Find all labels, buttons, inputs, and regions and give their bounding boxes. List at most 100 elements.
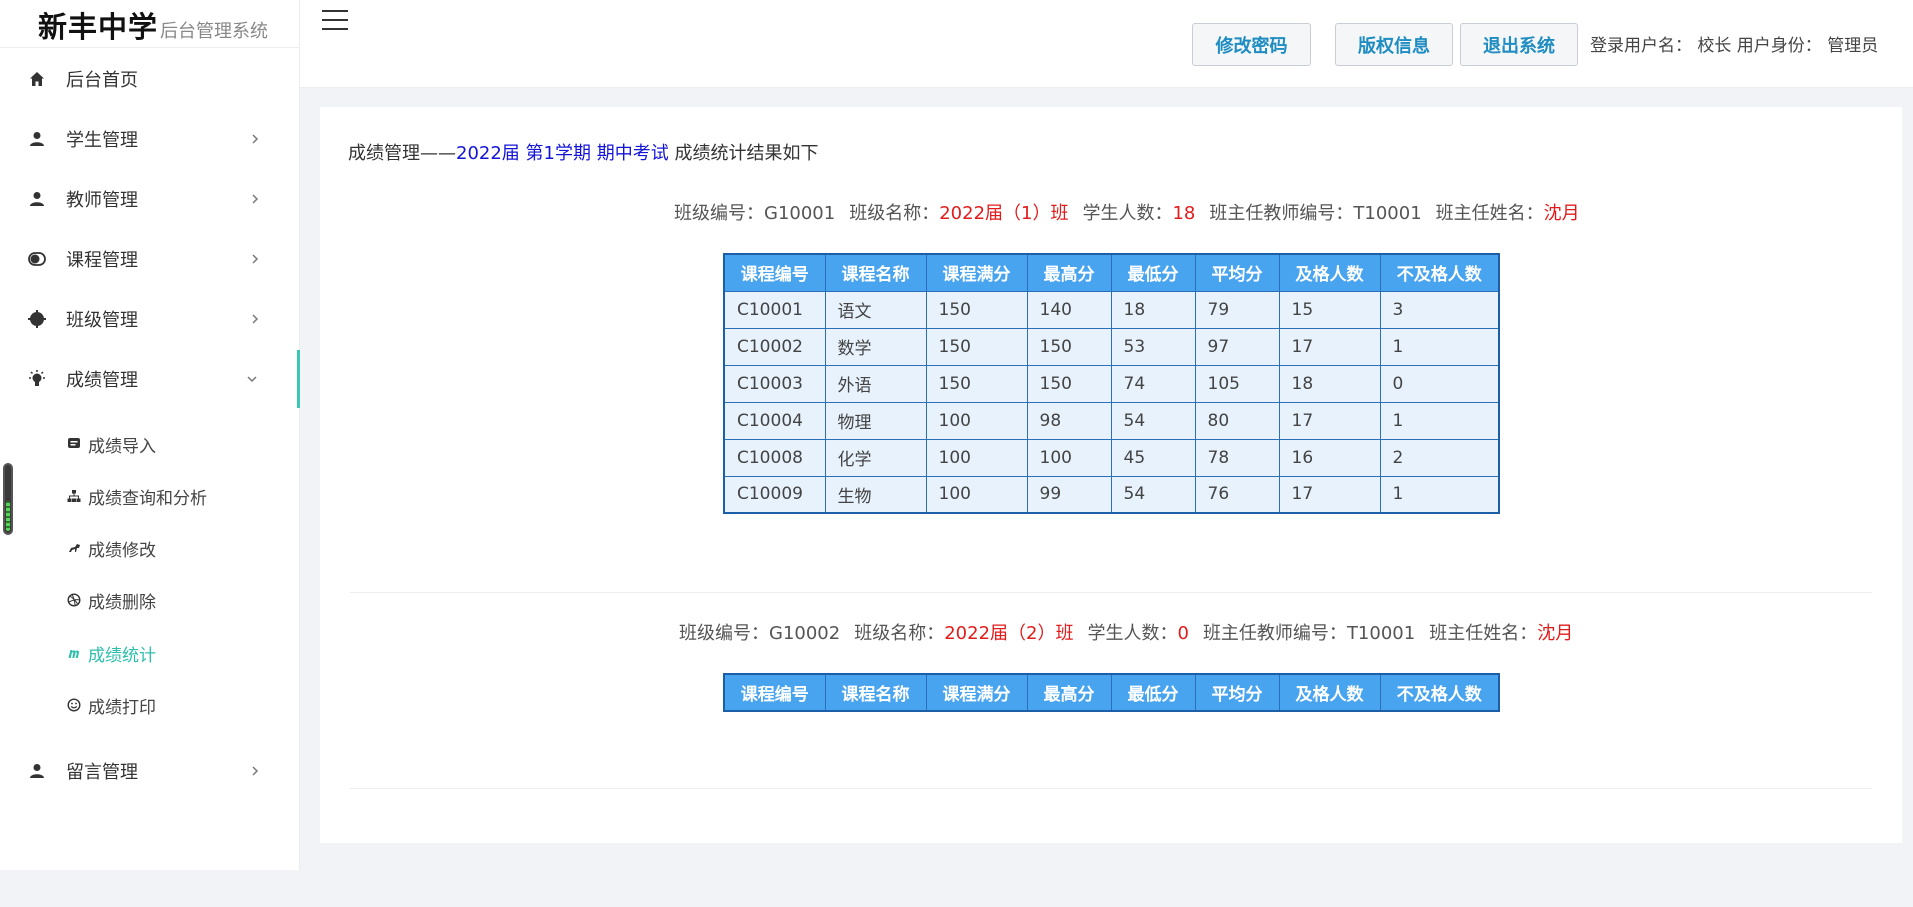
table-cell: 外语	[824, 364, 927, 403]
scrollbar-handle[interactable]	[3, 463, 13, 535]
scrollbar-fill	[6, 501, 10, 531]
change-password-button[interactable]: 修改密码	[1192, 23, 1311, 66]
sidebar-item-label: 学生管理	[66, 130, 138, 151]
table-row: C10003 外语 150 150 74 105 18 0	[723, 364, 1500, 403]
class-id-label: 班级编号：	[679, 623, 769, 644]
table-cell: 3	[1379, 290, 1500, 329]
class-name: 2022届（2）班	[944, 623, 1074, 644]
sidebar-item-messages[interactable]: 留言管理	[0, 742, 300, 800]
gear-icon	[27, 309, 47, 329]
heading-exam: 期中考试	[596, 143, 669, 164]
column-header: 不及格人数	[1379, 253, 1500, 292]
stats-table-class-2: 课程编号 课程名称 课程满分 最高分 最低分 平均分 及格人数 不及格人数	[723, 673, 1500, 712]
heading-year: 2022届	[456, 143, 520, 164]
chevron-right-icon	[252, 194, 259, 204]
table-cell: C10003	[723, 364, 826, 403]
table-cell: 150	[1026, 327, 1112, 366]
page-heading: 成绩管理——2022届 第1学期 期中考试 成绩统计结果如下	[348, 139, 818, 165]
table-cell: 78	[1194, 438, 1280, 477]
table-cell: 45	[1110, 438, 1196, 477]
column-header: 最低分	[1110, 673, 1196, 712]
chevron-down-icon	[247, 376, 257, 383]
table-cell: 76	[1194, 475, 1280, 514]
toggle-icon	[27, 249, 47, 269]
sub-item-grade-query[interactable]: 成绩查询和分析	[66, 479, 207, 513]
table-cell: 17	[1278, 401, 1381, 440]
class-info: 班级编号：G10001 班级名称：2022届（1）班 学生人数：18 班主任教师编号：…	[674, 199, 1580, 225]
table-cell: 100	[925, 438, 1028, 477]
column-header: 最高分	[1026, 673, 1112, 712]
table-cell: 物理	[824, 401, 927, 440]
sitemap-icon	[66, 488, 82, 504]
table-cell: 54	[1110, 475, 1196, 514]
sidebar-item-label: 成绩管理	[66, 370, 138, 391]
class-name: 2022届（1）班	[939, 203, 1069, 224]
copyright-button[interactable]: 版权信息	[1335, 23, 1453, 66]
section-divider	[350, 592, 1872, 593]
table-cell: 79	[1194, 290, 1280, 329]
table-row: C10008 化学 100 100 45 78 16 2	[723, 438, 1500, 477]
smile-icon	[66, 697, 82, 713]
column-header: 课程名称	[824, 253, 927, 292]
chevron-right-icon	[252, 134, 259, 144]
column-header: 最低分	[1110, 253, 1196, 292]
table-cell: C10002	[723, 327, 826, 366]
table-cell: 100	[1026, 438, 1112, 477]
table-row: C10001 语文 150 140 18 79 15 3	[723, 290, 1500, 329]
table-cell: 17	[1278, 475, 1381, 514]
menu-toggle-icon[interactable]	[322, 10, 348, 30]
sub-item-grade-import[interactable]: 成绩导入	[66, 427, 156, 461]
user-icon	[27, 129, 47, 149]
student-count-label: 学生人数：	[1087, 623, 1178, 644]
student-count-label: 学生人数：	[1082, 203, 1173, 224]
sidebar-item-grades[interactable]: 成绩管理	[0, 350, 300, 408]
table-row: C10002 数学 150 150 53 97 17 1	[723, 327, 1500, 366]
sidebar-item-label: 教师管理	[66, 190, 138, 211]
table-cell: 15	[1278, 290, 1381, 329]
stats-table-class-1: 课程编号 课程名称 课程满分 最高分 最低分 平均分 及格人数 不及格人数 C1…	[723, 253, 1500, 514]
sub-item-grade-delete[interactable]: 成绩删除	[66, 583, 156, 617]
sidebar-item-classes[interactable]: 班级管理	[0, 290, 300, 348]
sub-item-label: 成绩打印	[88, 697, 156, 718]
sub-item-grade-print[interactable]: 成绩打印	[66, 688, 156, 722]
class-info: 班级编号：G10002 班级名称：2022届（2）班 学生人数：0 班主任教师编号：T…	[679, 619, 1573, 645]
table-cell: 53	[1110, 327, 1196, 366]
column-header: 不及格人数	[1379, 673, 1500, 712]
student-count: 0	[1177, 623, 1189, 644]
teacher-name: 沈月	[1543, 203, 1580, 224]
sidebar-item-label: 课程管理	[66, 250, 138, 271]
heading-suffix: 成绩统计结果如下	[674, 143, 819, 164]
table-cell: 语文	[824, 290, 927, 329]
table-cell: 1	[1379, 327, 1500, 366]
sidebar-item-courses[interactable]: 课程管理	[0, 230, 300, 288]
sidebar-item-home[interactable]: 后台首页	[0, 50, 300, 108]
table-body: C10001 语文 150 140 18 79 15 3 C10002 数学 150 150 53 97 1…	[723, 290, 1500, 514]
sub-item-label: 成绩删除	[88, 592, 156, 613]
table-header-row: 课程编号 课程名称 课程满分 最高分 最低分 平均分 及格人数 不及格人数	[723, 253, 1500, 292]
sidebar-item-label: 后台首页	[66, 70, 138, 91]
table-row: C10009 生物 100 99 54 76 17 1	[723, 475, 1500, 514]
teacher-id: T10001	[1346, 623, 1416, 644]
sub-item-grade-edit[interactable]: 成绩修改	[66, 531, 156, 565]
sidebar: 新丰中学 后台管理系统 后台首页 学生管理 教师管理 课程管理 班级管理 成绩管…	[0, 0, 300, 870]
school-logo-text: 新丰中学	[38, 10, 159, 44]
table-cell: 数学	[824, 327, 927, 366]
chevron-right-icon	[252, 766, 259, 776]
sidebar-item-teachers[interactable]: 教师管理	[0, 170, 300, 228]
column-header: 及格人数	[1278, 673, 1381, 712]
column-header: 平均分	[1194, 253, 1280, 292]
class-id: G10001	[764, 203, 836, 224]
column-header: 最高分	[1026, 253, 1112, 292]
table-cell: 化学	[824, 438, 927, 477]
table-cell: 100	[925, 401, 1028, 440]
bulb-icon	[27, 369, 47, 389]
sub-item-grade-stats[interactable]: 成绩统计	[66, 636, 156, 670]
sub-item-label: 成绩修改	[88, 540, 156, 561]
column-header: 课程名称	[824, 673, 927, 712]
table-cell: C10009	[723, 475, 826, 514]
logout-button[interactable]: 退出系统	[1460, 23, 1578, 66]
column-header: 平均分	[1194, 673, 1280, 712]
chevron-right-icon	[252, 314, 259, 324]
sidebar-item-students[interactable]: 学生管理	[0, 110, 300, 168]
column-header: 课程编号	[723, 673, 826, 712]
